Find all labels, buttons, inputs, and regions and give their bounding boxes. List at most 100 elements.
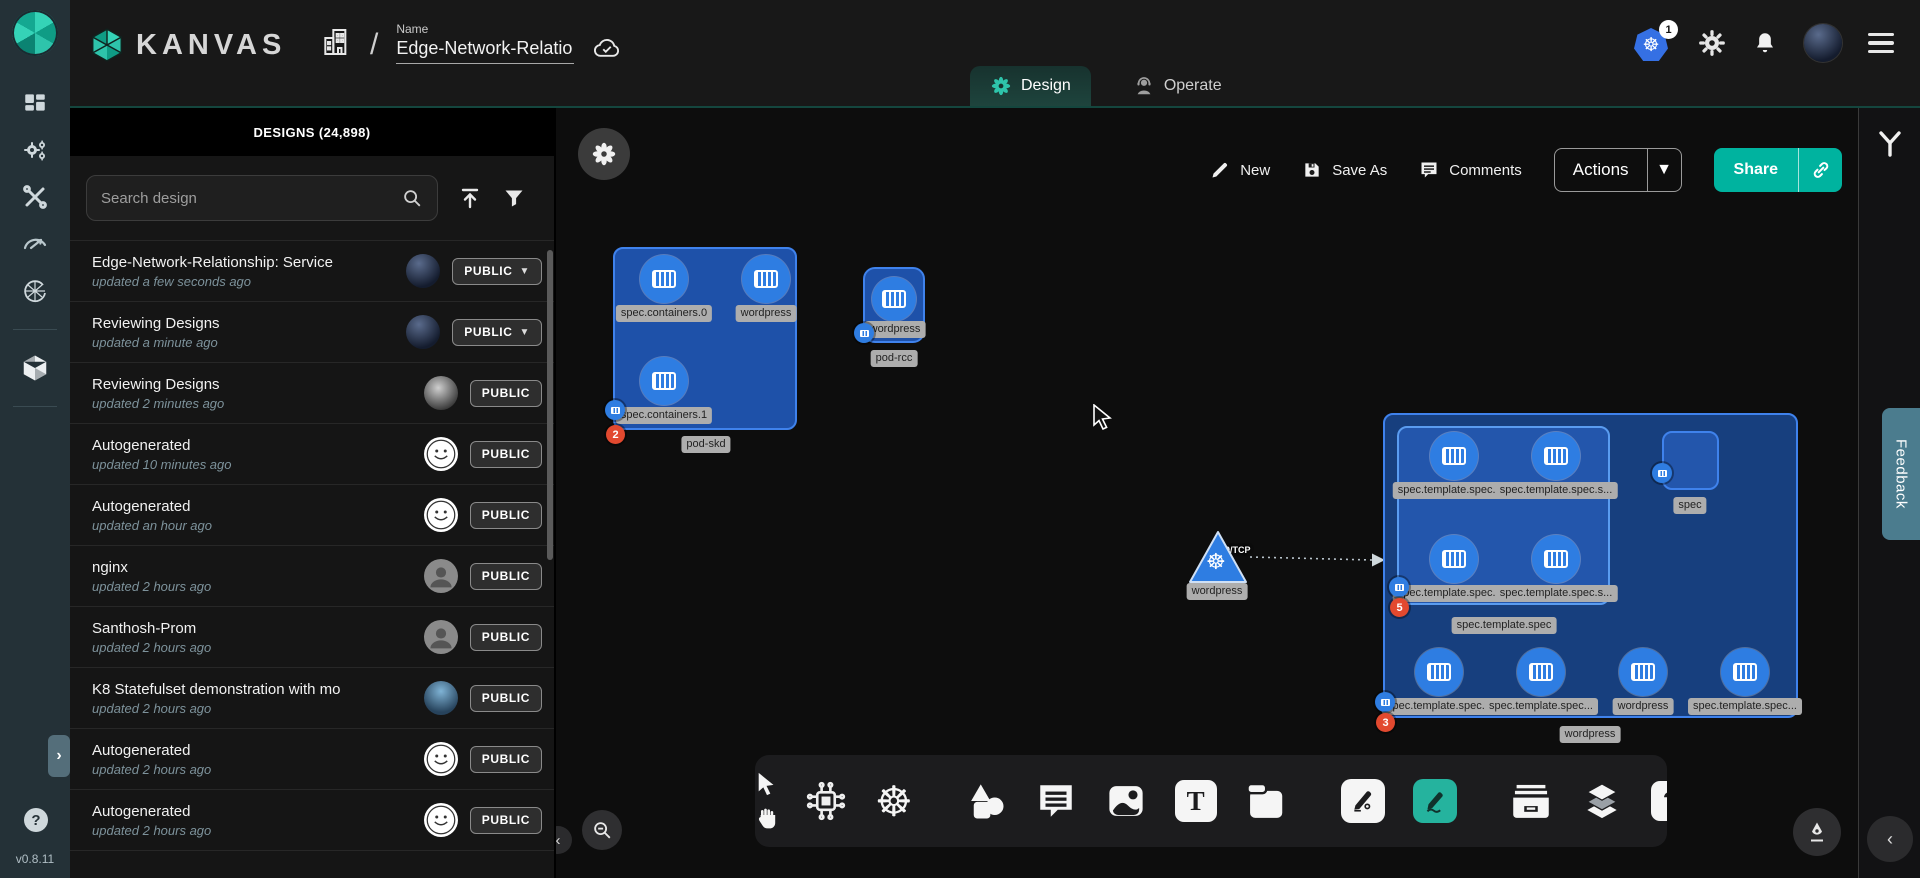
configuration-tools-icon[interactable] [20,182,50,212]
container-node[interactable] [640,357,688,405]
pen-tool-icon[interactable] [1341,779,1385,823]
design-row[interactable]: Autogenerated updated 2 hours ago PUBLIC [70,789,554,850]
organization-building-icon[interactable] [320,25,352,59]
kanvas-brand[interactable]: KANVAS [88,26,286,64]
service-node[interactable]: ☸ [1185,528,1251,588]
components-circuit-icon[interactable] [805,780,847,822]
tab-operate[interactable]: Operate [1113,66,1242,106]
design-row[interactable]: Reviewing Designs updated a minute ago P… [70,301,554,362]
menu-hamburger-icon[interactable] [1868,33,1894,53]
design-row[interactable]: K8 Statefulset demonstration with mo upd… [70,667,554,728]
share-split-button[interactable]: Share [1714,148,1842,192]
design-row[interactable]: Autogenerated updated 2 hours ago PUBLIC [70,728,554,789]
settings-gear-icon[interactable] [1698,29,1726,57]
visibility-badge[interactable]: PUBLIC [470,746,542,773]
kubernetes-resource-badge[interactable] [1375,692,1395,712]
comments-button[interactable]: Comments [1419,160,1522,180]
actions-label[interactable]: Actions [1555,149,1647,191]
deployment-node[interactable]: spec.template.spec.s... spec.template.sp… [1383,413,1798,718]
kubernetes-resource-badge[interactable] [854,323,874,343]
container-node[interactable] [872,277,916,321]
kubernetes-tool-icon[interactable]: ☸ [875,777,913,826]
container-node[interactable] [742,255,790,303]
dock-collapse-chevron[interactable]: ‹ [1867,816,1913,862]
container-node[interactable] [1532,535,1580,583]
feedback-tab[interactable]: Feedback [1882,408,1920,540]
kubernetes-resource-badge[interactable] [1389,577,1409,597]
panel-scrollbar[interactable] [547,250,553,560]
pan-hand-icon[interactable] [755,806,779,830]
design-name-input[interactable] [396,36,574,64]
collapse-panel-chevron[interactable]: ‹ [556,826,572,854]
search-icon[interactable] [401,187,423,209]
pod-node[interactable]: spec.containers.0 wordpress spec.contain… [613,247,797,430]
performance-gauge-icon[interactable] [20,229,50,259]
notifications-bell-icon[interactable] [1752,29,1778,57]
pod-node[interactable]: wordpress [863,267,925,343]
visibility-badge[interactable]: PUBLIC [470,563,542,590]
visibility-badge[interactable]: PUBLIC [470,624,542,651]
pen-nib-button[interactable] [1793,808,1841,856]
actions-caret-icon[interactable]: ▼ [1647,149,1681,191]
select-tool-icon[interactable] [756,772,778,796]
freehand-tool-icon-active[interactable] [1413,779,1457,823]
dashboard-icon[interactable] [20,88,50,118]
drawer-tool-icon[interactable] [1509,780,1553,822]
note-tool-icon[interactable] [1245,780,1289,822]
container-node[interactable] [1430,432,1478,480]
new-button[interactable]: New [1210,160,1270,180]
design-row[interactable]: Edge-Network-Relationship: Service updat… [70,240,554,301]
error-count-badge[interactable]: 3 [1376,713,1395,732]
design-canvas[interactable]: New Save As Comments Actions ▼ Share [556,108,1858,878]
design-row[interactable]: Reviewing Designs updated 2 minutes ago … [70,362,554,423]
import-upload-icon[interactable] [458,186,482,210]
design-row[interactable]: Autogenerated updated an hour ago PUBLIC [70,484,554,545]
filter-funnel-icon[interactable] [502,186,526,210]
visibility-badge[interactable]: PUBLIC [470,441,542,468]
container-node[interactable] [1415,648,1463,696]
kanvas-hexagon-icon[interactable] [20,353,50,383]
kubernetes-resource-badge[interactable] [1652,463,1672,483]
layers-tool-icon[interactable] [1581,779,1623,823]
container-node[interactable] [640,255,688,303]
visibility-badge[interactable]: PUBLIC [470,380,542,407]
meshery-flower-button[interactable] [578,128,630,180]
design-row[interactable]: Santhosh-Prom updated 2 hours ago PUBLIC [70,606,554,667]
zoom-button[interactable] [582,810,622,850]
kubernetes-resource-badge[interactable] [605,400,625,420]
visibility-badge[interactable]: PUBLIC [470,807,542,834]
error-count-badge[interactable]: 2 [606,425,625,444]
container-node[interactable] [1532,432,1580,480]
visibility-select[interactable]: PUBLIC ▼ [452,319,542,346]
kubernetes-context-button[interactable]: ☸ 1 [1634,25,1672,61]
shapes-tool-icon[interactable] [965,780,1007,822]
actions-split-button[interactable]: Actions ▼ [1554,148,1682,192]
text-tool-icon[interactable]: T [1175,780,1217,822]
mesh-extensions-icon[interactable] [20,276,50,306]
lifecycle-gears-icon[interactable] [20,135,50,165]
container-node[interactable] [1517,648,1565,696]
design-row[interactable]: nginx updated 2 hours ago PUBLIC [70,545,554,606]
container-node[interactable] [1721,648,1769,696]
visibility-badge[interactable]: PUBLIC [470,502,542,529]
help-tool-icon[interactable]: ? [1651,781,1667,821]
image-tool-icon[interactable] [1105,780,1147,822]
visibility-badge[interactable]: PUBLIC [470,685,542,712]
pod-template-node[interactable]: spec.template.spec.s... spec.template.sp… [1397,426,1610,605]
search-input[interactable] [101,190,401,207]
sidebar-expand-chevron[interactable]: › [48,735,70,777]
meshery-logo[interactable] [12,10,58,56]
error-count-badge[interactable]: 5 [1390,598,1409,617]
comment-tool-icon[interactable] [1035,780,1077,822]
share-label[interactable]: Share [1714,148,1798,192]
copy-link-icon[interactable] [1798,148,1842,192]
container-node[interactable] [1430,535,1478,583]
tab-design[interactable]: Design [970,66,1091,106]
user-avatar[interactable] [1804,24,1842,62]
visibility-select[interactable]: PUBLIC ▼ [452,258,542,285]
spec-node[interactable] [1662,431,1719,490]
save-as-button[interactable]: Save As [1302,160,1387,180]
help-icon[interactable]: ? [24,808,48,832]
dock-branch-icon[interactable] [1876,130,1904,158]
container-node[interactable] [1619,648,1667,696]
